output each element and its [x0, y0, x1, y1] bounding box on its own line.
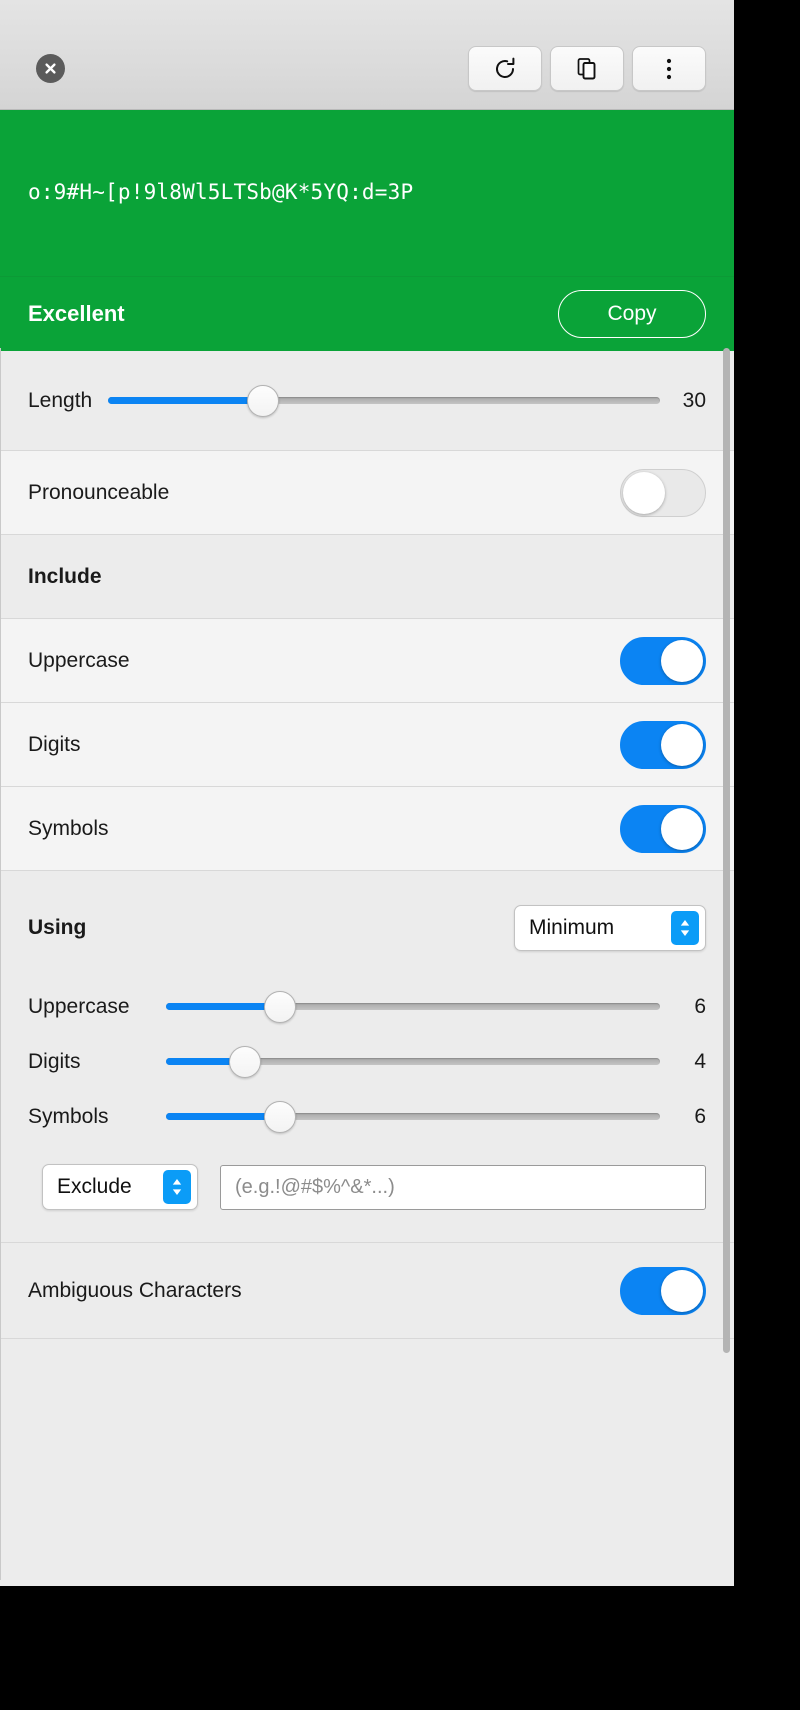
exclude-mode-select[interactable]: Exclude	[42, 1164, 198, 1210]
chevron-updown-icon	[671, 911, 699, 945]
include-header-label: Include	[28, 564, 102, 588]
length-slider[interactable]	[108, 384, 660, 417]
app-screen: o:9#H~[p!9l8Wl5LTSb@K*5YQ:d=3P Excellent…	[0, 0, 800, 1710]
copy-icon	[574, 56, 600, 82]
include-header-row: Include	[0, 535, 734, 619]
refresh-button[interactable]	[468, 46, 542, 91]
close-button[interactable]	[36, 54, 65, 83]
exclude-characters-input[interactable]	[220, 1164, 706, 1210]
include-uppercase-label: Uppercase	[28, 648, 130, 672]
window-toolbar	[0, 0, 734, 110]
length-slider-fill	[108, 397, 263, 404]
using-symbols-label: Symbols	[28, 1104, 109, 1128]
password-text: o:9#H~[p!9l8Wl5LTSb@K*5YQ:d=3P	[28, 180, 414, 205]
pronounceable-toggle[interactable]	[620, 468, 706, 517]
ambiguous-characters-row: Ambiguous Characters	[0, 1243, 734, 1339]
using-digits-label: Digits	[28, 1049, 81, 1073]
using-mode-value: Minimum	[529, 916, 615, 939]
length-label: Length	[28, 388, 93, 412]
using-symbols-value: 6	[694, 1104, 706, 1128]
password-strength-bar: Excellent Copy	[0, 276, 734, 351]
include-symbols-label: Symbols	[28, 816, 109, 840]
length-value: 30	[682, 388, 706, 412]
exclude-mode-value: Exclude	[57, 1175, 132, 1198]
length-row: Length 30	[0, 351, 734, 451]
toggle-thumb	[661, 723, 703, 766]
vertical-scrollbar[interactable]	[723, 348, 730, 1580]
password-generator-window: o:9#H~[p!9l8Wl5LTSb@K*5YQ:d=3P Excellent…	[0, 0, 734, 1586]
include-digits-row: Digits	[0, 703, 734, 787]
using-uppercase-value: 6	[694, 994, 706, 1018]
password-panel: o:9#H~[p!9l8Wl5LTSb@K*5YQ:d=3P Excellent…	[0, 110, 734, 351]
toggle-thumb	[661, 1269, 703, 1312]
close-icon	[43, 61, 58, 76]
using-digits-value: 4	[694, 1049, 706, 1073]
using-symbols-slider[interactable]	[166, 1100, 660, 1133]
include-digits-toggle[interactable]	[620, 720, 706, 769]
panel-left-edge	[0, 348, 1, 1580]
password-display[interactable]: o:9#H~[p!9l8Wl5LTSb@K*5YQ:d=3P	[0, 110, 734, 276]
using-digits-slider[interactable]	[166, 1045, 660, 1078]
toggle-thumb	[661, 639, 703, 682]
toggle-thumb	[623, 471, 665, 514]
ambiguous-characters-toggle[interactable]	[620, 1266, 706, 1315]
refresh-icon	[492, 56, 518, 82]
using-uppercase-row: Uppercase 6	[28, 979, 706, 1034]
more-options-button[interactable]	[632, 46, 706, 91]
include-uppercase-row: Uppercase	[0, 619, 734, 703]
using-uppercase-label: Uppercase	[28, 994, 130, 1018]
include-digits-label: Digits	[28, 732, 81, 756]
slider-knob[interactable]	[263, 990, 296, 1023]
slider-knob[interactable]	[263, 1100, 296, 1133]
pronounceable-row: Pronounceable	[0, 451, 734, 535]
bottom-filler	[0, 1339, 734, 1559]
chevron-updown-icon	[163, 1170, 191, 1204]
copy-button[interactable]	[550, 46, 624, 91]
slider-knob[interactable]	[229, 1045, 262, 1078]
copy-password-button[interactable]: Copy	[558, 290, 706, 338]
exclude-row: Exclude	[28, 1152, 706, 1222]
using-section: Using Minimum Uppercase 6 Digits 4 Symbo…	[0, 871, 734, 1243]
scrollbar-thumb[interactable]	[723, 348, 730, 1353]
using-uppercase-slider[interactable]	[166, 990, 660, 1023]
strength-rating-label: Excellent	[28, 301, 125, 326]
using-header-row: Using Minimum	[28, 899, 706, 957]
using-symbols-row: Symbols 6	[28, 1089, 706, 1144]
include-symbols-toggle[interactable]	[620, 804, 706, 853]
pronounceable-label: Pronounceable	[28, 480, 170, 504]
using-mode-select[interactable]: Minimum	[514, 905, 706, 951]
ambiguous-characters-label: Ambiguous Characters	[28, 1278, 242, 1302]
toolbar-button-group	[468, 46, 706, 91]
settings-content: Length 30 Pronounceable Include Uppercas…	[0, 351, 734, 1559]
slider-fill	[166, 1113, 280, 1120]
slider-fill	[166, 1003, 280, 1010]
include-symbols-row: Symbols	[0, 787, 734, 871]
using-digits-row: Digits 4	[28, 1034, 706, 1089]
length-slider-knob[interactable]	[246, 384, 279, 417]
using-label: Using	[28, 916, 87, 939]
include-uppercase-toggle[interactable]	[620, 636, 706, 685]
toggle-thumb	[661, 807, 703, 850]
more-vertical-icon	[665, 56, 673, 82]
